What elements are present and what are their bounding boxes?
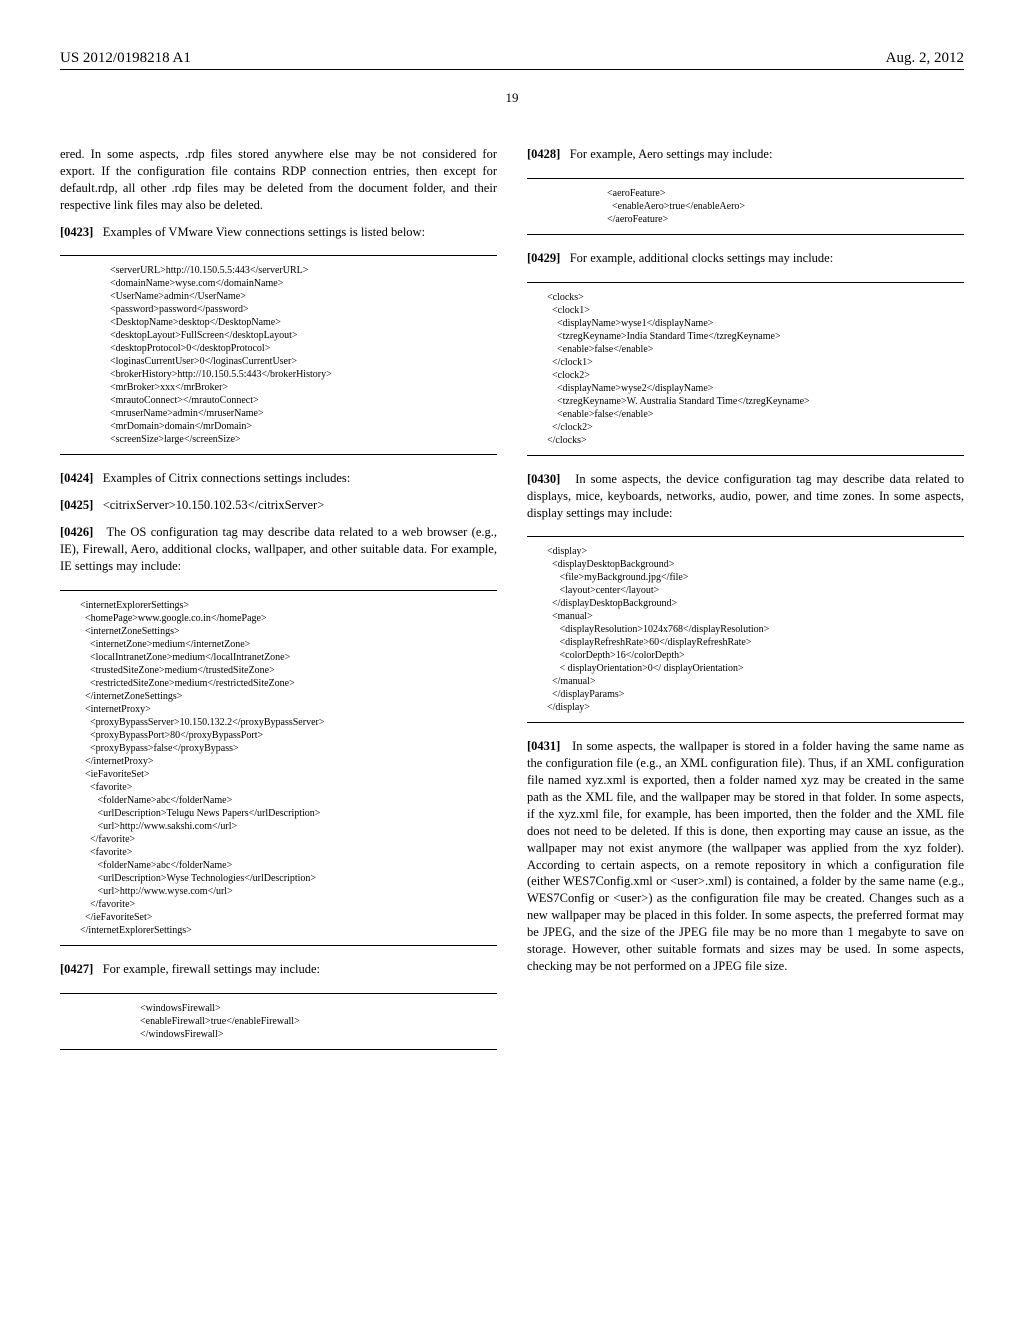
paragraph-427: [0427] For example, firewall settings ma… — [60, 961, 497, 978]
code-content: <internetExplorerSettings> <homePage>www… — [60, 599, 497, 937]
code-firewall: <windowsFirewall> <enableFirewall>true</… — [60, 993, 497, 1050]
left-column: ered. In some aspects, .rdp files stored… — [60, 146, 497, 1065]
code-vmware: <serverURL>http://10.150.5.5:443</server… — [60, 255, 497, 455]
para-text: In some aspects, the device configuratio… — [527, 472, 964, 520]
para-num: [0424] — [60, 471, 93, 485]
paragraph-424: [0424] Examples of Citrix connections se… — [60, 470, 497, 487]
paragraph-431: [0431] In some aspects, the wallpaper is… — [527, 738, 964, 974]
paragraph-422-cont: ered. In some aspects, .rdp files stored… — [60, 146, 497, 214]
para-num: [0426] — [60, 525, 93, 539]
code-content: <windowsFirewall> <enableFirewall>true</… — [60, 1002, 497, 1041]
paragraph-425: [0425] <citrixServer>10.150.102.53</citr… — [60, 497, 497, 514]
para-num: [0430] — [527, 472, 560, 486]
para-num: [0431] — [527, 739, 560, 753]
code-content: <clocks> <clock1> <displayName>wyse1</di… — [527, 291, 964, 447]
para-text: The OS configuration tag may describe da… — [60, 525, 497, 573]
code-content: <aeroFeature> <enableAero>true</enableAe… — [527, 187, 964, 226]
para-text: For example, additional clocks settings … — [570, 251, 833, 265]
code-aero: <aeroFeature> <enableAero>true</enableAe… — [527, 178, 964, 235]
para-num: [0423] — [60, 225, 93, 239]
page-number: 19 — [60, 90, 964, 106]
right-column: [0428] For example, Aero settings may in… — [527, 146, 964, 1065]
para-num: [0428] — [527, 147, 560, 161]
para-text: Examples of VMware View connections sett… — [103, 225, 425, 239]
code-display: <display> <displayDesktopBackground> <fi… — [527, 536, 964, 723]
code-clocks: <clocks> <clock1> <displayName>wyse1</di… — [527, 282, 964, 456]
paragraph-428: [0428] For example, Aero settings may in… — [527, 146, 964, 163]
paragraph-426: [0426] The OS configuration tag may desc… — [60, 524, 497, 575]
para-num: [0425] — [60, 498, 93, 512]
para-num: [0429] — [527, 251, 560, 265]
para-text: In some aspects, the wallpaper is stored… — [527, 739, 964, 972]
para-text: Examples of Citrix connections settings … — [103, 471, 351, 485]
para-text: For example, Aero settings may include: — [570, 147, 773, 161]
two-column-layout: ered. In some aspects, .rdp files stored… — [60, 146, 964, 1065]
paragraph-423: [0423] Examples of VMware View connectio… — [60, 224, 497, 241]
para-text: For example, firewall settings may inclu… — [103, 962, 320, 976]
paragraph-429: [0429] For example, additional clocks se… — [527, 250, 964, 267]
para-text: <citrixServer>10.150.102.53</citrixServe… — [103, 498, 325, 512]
publication-date: Aug. 2, 2012 — [886, 50, 964, 67]
para-num: [0427] — [60, 962, 93, 976]
code-content: <serverURL>http://10.150.5.5:443</server… — [60, 264, 497, 446]
page-header: US 2012/0198218 A1 Aug. 2, 2012 — [60, 50, 964, 70]
publication-number: US 2012/0198218 A1 — [60, 50, 191, 67]
paragraph-430: [0430] In some aspects, the device confi… — [527, 471, 964, 522]
code-content: <display> <displayDesktopBackground> <fi… — [527, 545, 964, 714]
code-ie: <internetExplorerSettings> <homePage>www… — [60, 590, 497, 946]
